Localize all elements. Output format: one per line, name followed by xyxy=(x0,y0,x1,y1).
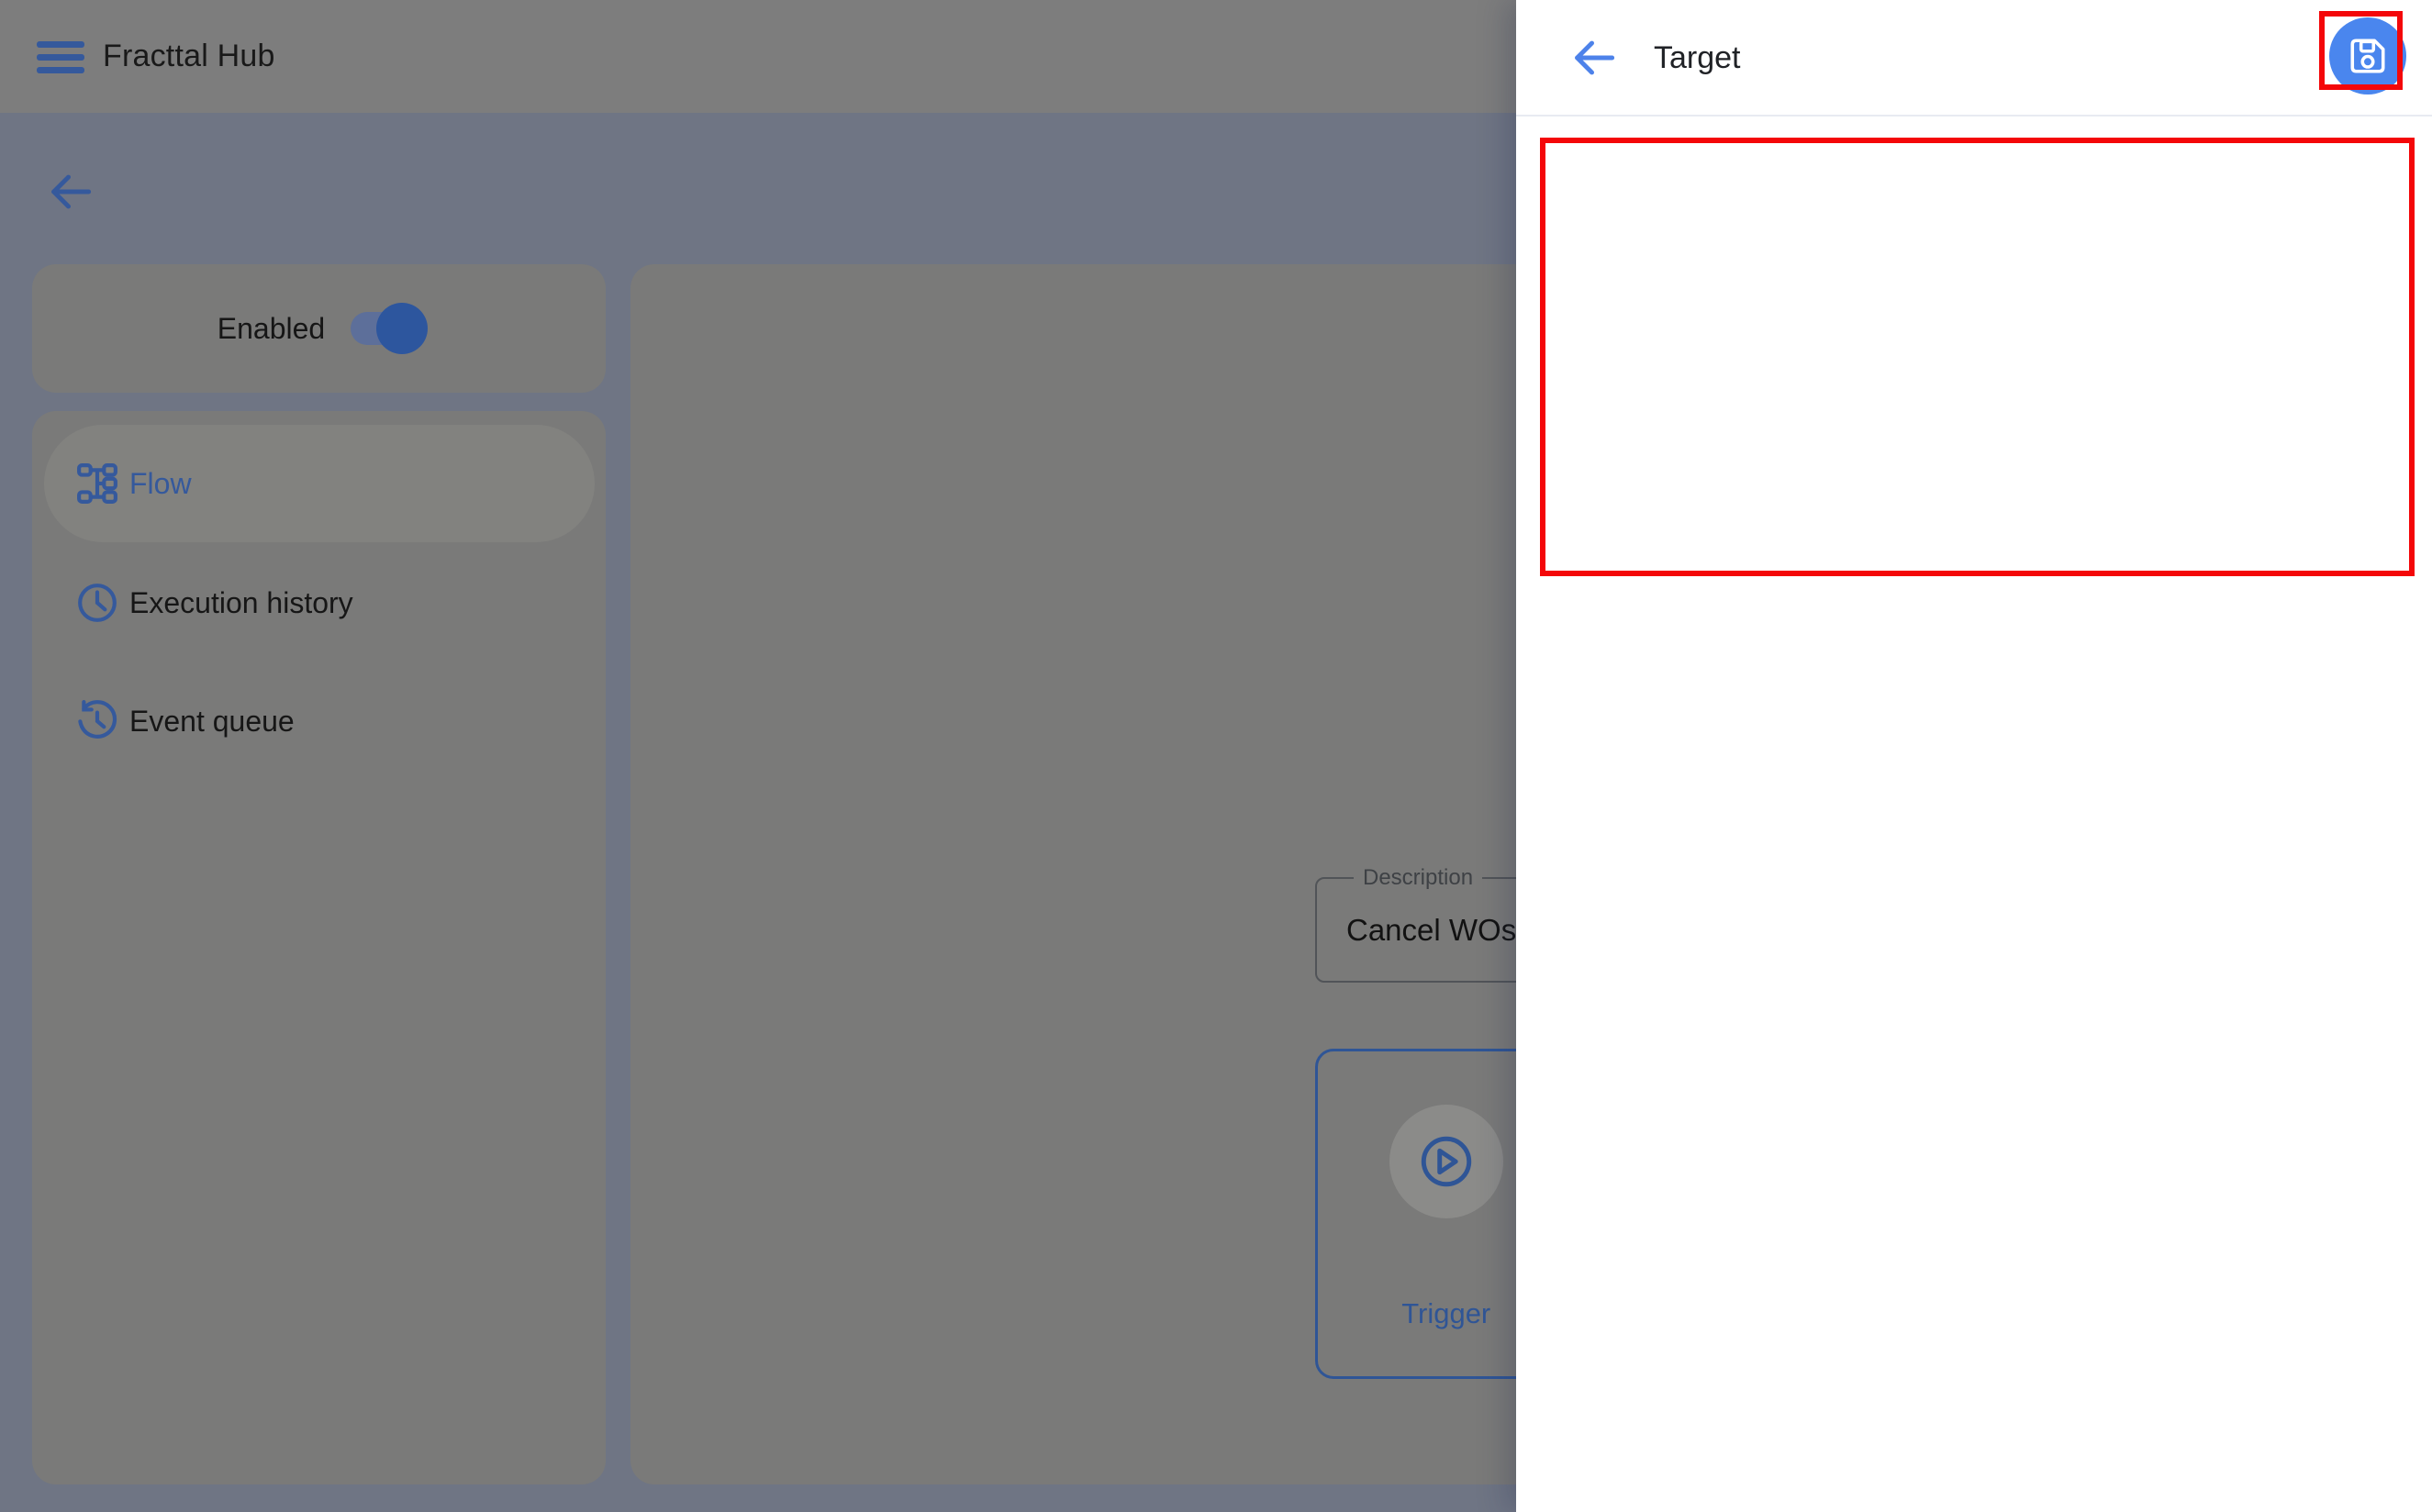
sidebar-menu: Flow Execution history Event queue xyxy=(32,411,606,1484)
back-arrow-icon[interactable] xyxy=(46,167,95,217)
enabled-card: Enabled xyxy=(32,264,606,393)
annotation-rect-fields xyxy=(1540,138,2415,576)
enabled-label: Enabled xyxy=(218,312,325,346)
play-circle-icon xyxy=(1417,1132,1476,1191)
panel-back-arrow-icon[interactable] xyxy=(1569,33,1619,83)
history-clock-icon xyxy=(76,700,118,742)
trigger-icon-circle xyxy=(1389,1105,1503,1218)
hamburger-menu-icon[interactable] xyxy=(37,41,84,72)
description-field-value: Cancel WOs xyxy=(1346,879,1516,981)
sidebar-item-execution-history[interactable]: Execution history xyxy=(32,544,606,662)
annotation-rect-save xyxy=(2319,11,2403,90)
clock-icon xyxy=(76,582,118,624)
toggle-knob xyxy=(376,303,428,354)
sidebar-item-label: Event queue xyxy=(129,705,295,739)
enabled-toggle[interactable] xyxy=(351,312,420,345)
top-app-bar: Fracttal Hub xyxy=(0,0,1516,113)
sidebar-item-flow[interactable]: Flow xyxy=(32,425,606,542)
app-title: Fracttal Hub xyxy=(103,0,275,113)
sidebar-item-label: Flow xyxy=(129,467,192,501)
sidebar-item-event-queue[interactable]: Event queue xyxy=(32,662,606,780)
flow-icon xyxy=(76,462,118,505)
sidebar-item-label: Execution history xyxy=(129,586,353,620)
panel-header: Target xyxy=(1516,0,2432,117)
flow-editor-card: Flow se Description Cancel WOs Trigger xyxy=(630,264,1542,1484)
panel-title: Target xyxy=(1654,0,1741,117)
